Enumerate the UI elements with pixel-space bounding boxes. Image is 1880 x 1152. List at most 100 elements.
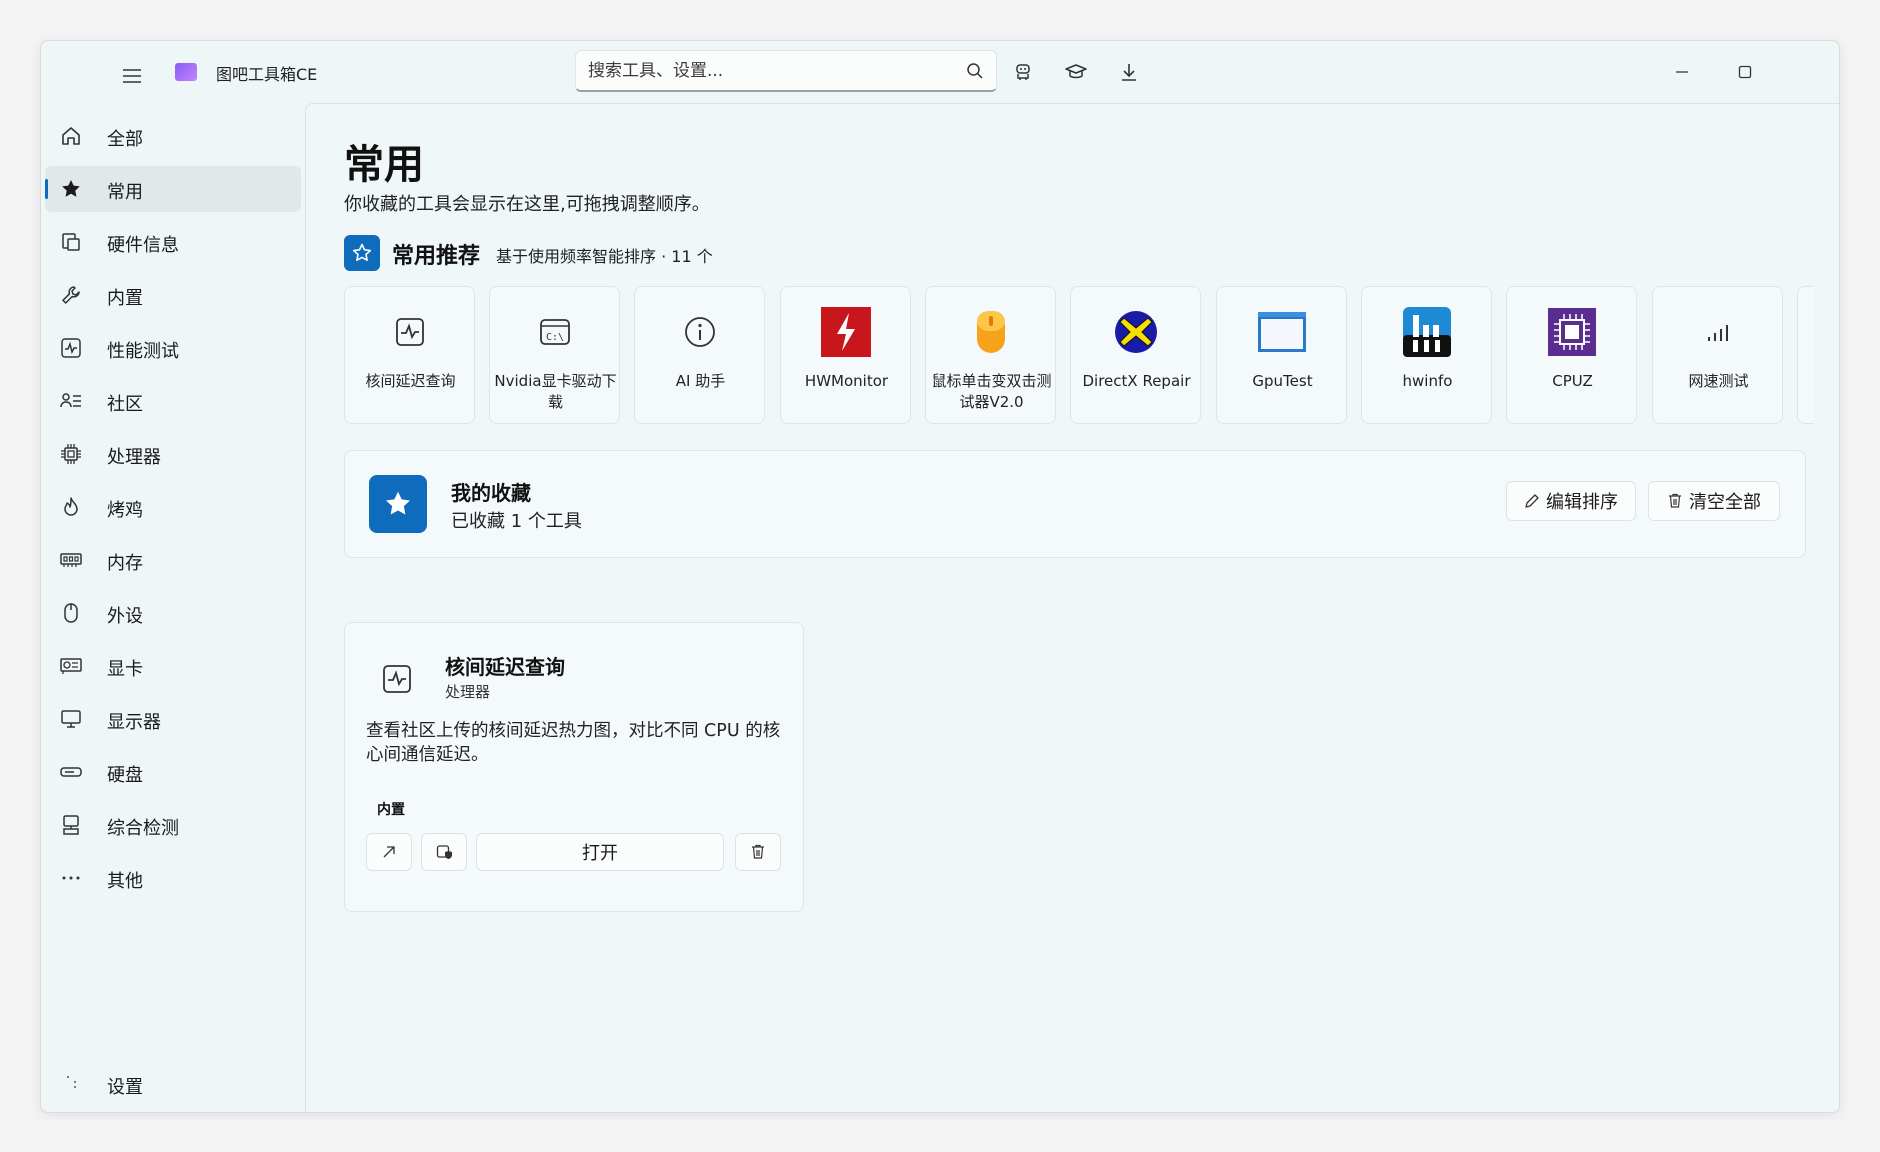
sidebar-item-label: 常用 (107, 182, 143, 203)
main-content: 常用 你收藏的工具会显示在这里,可拖拽调整顺序。 常用推荐 基于使用频率智能排序… (305, 103, 1839, 1112)
tool-title: 核间延迟查询 (445, 655, 565, 679)
favorites-title: 我的收藏 (451, 481, 531, 505)
search-box[interactable] (575, 50, 997, 92)
sidebar-item-favorites[interactable]: 常用 (45, 166, 301, 212)
sidebar-item-builtin[interactable]: 内置 (45, 272, 301, 318)
tile-label: GpuTest (1252, 372, 1313, 390)
tile-cpuz[interactable]: CPUZ (1506, 286, 1637, 424)
more-icon (59, 866, 83, 890)
sidebar-item-memory[interactable]: 内存 (45, 537, 301, 583)
community-icon (59, 389, 83, 413)
sidebar-item-disk[interactable]: 硬盘 (45, 749, 301, 795)
sidebar: 全部 常用 硬件信息 内置 性能测试 社区 处理器 烤鸡 内存 外设 显卡 显示… (41, 103, 305, 1112)
sidebar-item-stress-test[interactable]: 烤鸡 (45, 484, 301, 530)
tile-core-latency[interactable]: 核间延迟查询 (344, 286, 475, 424)
pulse-icon (379, 661, 415, 697)
remove-favorite-button[interactable] (735, 833, 781, 871)
clear-all-button[interactable]: 清空全部 (1648, 481, 1780, 521)
sidebar-item-label: 处理器 (107, 447, 161, 468)
sidebar-item-all[interactable]: 全部 (45, 113, 301, 159)
sidebar-item-label: 内存 (107, 553, 143, 574)
mouse-logo-icon (966, 307, 1016, 357)
mouse-icon (59, 601, 83, 625)
star-outline-icon (352, 243, 372, 261)
trash-icon (1669, 493, 1681, 508)
learn-button[interactable] (1063, 59, 1089, 85)
tool-description: 查看社区上传的核间延迟热力图，对比不同 CPU 的核心间通信延迟。 (366, 721, 781, 765)
sidebar-item-other[interactable]: 其他 (45, 855, 301, 901)
sidebar-item-label: 性能测试 (107, 341, 179, 362)
tile-partial[interactable] (1797, 286, 1814, 424)
pulse-icon (59, 336, 83, 360)
sidebar-item-label: 社区 (107, 394, 143, 415)
diagnostics-icon (59, 813, 83, 837)
tile-label: hwinfo (1402, 372, 1453, 390)
sidebar-item-community[interactable]: 社区 (45, 378, 301, 424)
search-input[interactable] (588, 59, 948, 83)
graduation-cap-icon (1065, 64, 1087, 79)
account-button[interactable] (1010, 59, 1036, 85)
open-external-button[interactable] (366, 833, 412, 871)
robot-icon (1016, 64, 1030, 80)
sidebar-item-settings[interactable]: 设置 (45, 1061, 301, 1107)
title-bar: 图吧工具箱CE (41, 41, 1839, 103)
flame-icon (59, 495, 83, 519)
sidebar-item-hardware-info[interactable]: 硬件信息 (45, 219, 301, 265)
edit-order-button[interactable]: 编辑排序 (1506, 481, 1636, 521)
open-button[interactable]: 打开 (476, 833, 724, 871)
tile-nvidia-driver[interactable]: C:\ Nvidia显卡驱动下载 (489, 286, 620, 424)
tile-label: 网速测试 (1688, 372, 1749, 390)
download-button[interactable] (1116, 59, 1142, 85)
trash-icon (752, 844, 764, 859)
sidebar-item-label: 内置 (107, 288, 143, 309)
pencil-icon (1525, 494, 1539, 508)
sidebar-item-label: 烤鸡 (107, 500, 143, 521)
favorites-card: 我的收藏 已收藏 1 个工具 编辑排序 清空全部 (344, 450, 1806, 558)
tile-hwinfo[interactable]: hwinfo (1361, 286, 1492, 424)
sidebar-item-label: 显示器 (107, 712, 161, 733)
tile-gputest[interactable]: GpuTest (1216, 286, 1347, 424)
sidebar-item-monitor[interactable]: 显示器 (45, 696, 301, 742)
favorites-count: 已收藏 1 个工具 (451, 511, 582, 532)
memory-icon (59, 548, 83, 572)
maximize-icon (1738, 65, 1752, 79)
sidebar-item-label: 设置 (107, 1077, 143, 1098)
tool-tag: 内置 (377, 802, 405, 818)
sidebar-item-diagnostics[interactable]: 综合检测 (45, 802, 301, 848)
minimize-icon (1676, 71, 1688, 73)
recommend-title: 常用推荐 (392, 244, 481, 269)
tile-label: Nvidia显卡驱动下载 (494, 372, 617, 411)
tile-label: CPUZ (1552, 372, 1593, 390)
search-icon[interactable] (966, 62, 984, 84)
minimize-button[interactable] (1667, 57, 1697, 87)
monitor-icon (59, 707, 83, 731)
tile-speed-test[interactable]: 网速测试 (1652, 286, 1783, 424)
tile-mouse-click-tester[interactable]: 鼠标单击变双击测试器V2.0 (925, 286, 1056, 424)
tile-label: HWMonitor (804, 372, 889, 390)
page-title: 常用 (344, 142, 424, 188)
sidebar-item-peripherals[interactable]: 外设 (45, 590, 301, 636)
hamburger-icon (123, 69, 141, 83)
tile-label: 鼠标单击变双击测试器V2.0 (931, 372, 1052, 411)
sidebar-item-processor[interactable]: 处理器 (45, 431, 301, 477)
tile-ai-assistant[interactable]: AI 助手 (634, 286, 765, 424)
tile-hwmonitor[interactable]: HWMonitor (780, 286, 911, 424)
shortcut-button[interactable] (421, 833, 467, 871)
open-label: 打开 (582, 843, 618, 864)
sidebar-item-label: 硬盘 (107, 765, 143, 786)
arrow-up-right-icon (383, 846, 395, 858)
menu-toggle-button[interactable] (115, 59, 149, 93)
maximize-button[interactable] (1730, 57, 1760, 87)
gear-icon (59, 1072, 83, 1096)
window-logo-icon (1257, 307, 1307, 357)
tile-directx-repair[interactable]: DirectX Repair (1070, 286, 1201, 424)
recommend-badge (344, 235, 380, 271)
recommend-meta: 基于使用频率智能排序 · 11 个 (496, 247, 713, 266)
sidebar-item-benchmark[interactable]: 性能测试 (45, 325, 301, 371)
tile-label: AI 助手 (675, 372, 726, 390)
tool-category: 处理器 (445, 683, 491, 701)
sidebar-item-gpu[interactable]: 显卡 (45, 643, 301, 689)
sidebar-item-label: 全部 (107, 129, 143, 150)
pulse-icon (385, 307, 435, 357)
tile-label: DirectX Repair (1082, 372, 1191, 390)
